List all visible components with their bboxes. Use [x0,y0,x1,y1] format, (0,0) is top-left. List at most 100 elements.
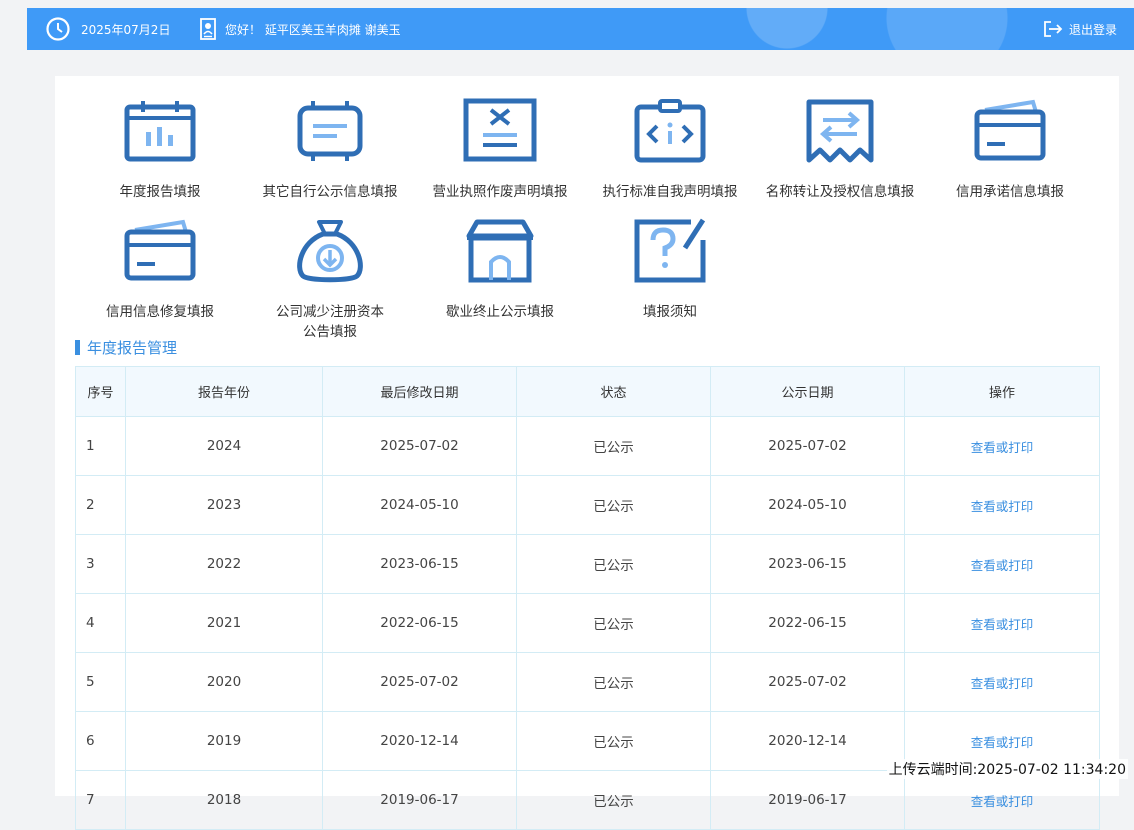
menu-label: 营业执照作废声明填报 [432,184,568,200]
last-modified-date: 2022-06-15 [322,593,517,653]
publish-date: 2019-06-17 [710,770,905,830]
calendar-chart-icon [124,101,196,162]
table-row: 7 2018 2019-06-17 已公示 2019-06-17 查看或打印 [75,770,1100,830]
header-greeting: 您好！ 延平区美玉羊肉摊 谢美玉 [225,22,401,37]
menu-label: 信用信息修复填报 [106,304,214,320]
document-board-icon [297,101,363,161]
action-cell: 查看或打印 [904,475,1100,535]
publish-date: 2023-06-15 [710,534,905,594]
action-cell: 查看或打印 [904,770,1100,830]
menu-label: 其它自行公示信息填报 [262,184,398,200]
action-cell: 查看或打印 [904,534,1100,594]
menu-business-closure[interactable]: 歇业终止公示填报 [415,218,585,322]
menu-credit-commitment[interactable]: 信用承诺信息填报 [925,98,1095,202]
menu-label: 执行标准自我声明填报 [602,184,738,200]
view-print-link[interactable]: 查看或打印 [971,617,1034,632]
table-row: 2 2023 2024-05-10 已公示 2024-05-10 查看或打印 [75,475,1100,535]
menu-label: 公司减少注册资本 公告填报 [276,304,384,340]
question-note-icon [634,218,706,283]
menu-other-disclosure[interactable]: 其它自行公示信息填报 [245,98,415,202]
table-row: 5 2020 2025-07-02 已公示 2025-07-02 查看或打印 [75,652,1100,712]
credit-card-icon [124,219,196,281]
row-number: 5 [75,652,126,712]
status-cell: 已公示 [516,475,711,535]
greeting-area: 您好！ 延平区美玉羊肉摊 谢美玉 [199,8,401,50]
publish-date: 2022-06-15 [710,593,905,653]
table-row: 4 2021 2022-06-15 已公示 2022-06-15 查看或打印 [75,593,1100,653]
status-cell: 已公示 [516,534,711,594]
content-panel: 年度报告填报 其它自行公示信息填报 营业执照作废声明填报 执行标准自我声明填报 … [55,76,1119,830]
last-modified-date: 2024-05-10 [322,475,517,535]
status-cell: 已公示 [516,652,711,712]
money-bag-icon [297,220,363,283]
action-cell: 查看或打印 [904,416,1100,476]
action-cell: 查看或打印 [904,652,1100,712]
last-modified-date: 2023-06-15 [322,534,517,594]
header-date: 2025年07月2日 [81,22,171,37]
date-area: 2025年07月2日 [45,8,170,50]
report-year: 2021 [125,593,323,653]
publish-date: 2025-07-02 [710,652,905,712]
report-year: 2024 [125,416,323,476]
cancel-document-icon [463,98,537,162]
report-year: 2018 [125,770,323,830]
row-number: 3 [75,534,126,594]
section-title: 年度报告管理 [75,338,177,357]
view-print-link[interactable]: 查看或打印 [971,794,1034,809]
view-print-link[interactable]: 查看或打印 [971,499,1034,514]
user-badge-icon [200,18,216,40]
row-number: 1 [75,416,126,476]
column-header: 报告年份 [125,366,323,417]
column-header: 公示日期 [710,366,905,417]
status-cell: 已公示 [516,416,711,476]
column-header: 序号 [75,366,126,417]
credit-card-icon [974,99,1046,161]
report-year: 2022 [125,534,323,594]
menu-capital-reduction[interactable]: 公司减少注册资本 公告填报 [245,218,415,342]
menu-label: 歇业终止公示填报 [446,304,554,320]
menu-label: 年度报告填报 [119,184,201,200]
section-title-bar [75,339,80,355]
last-modified-date: 2025-07-02 [322,416,517,476]
publish-date: 2020-12-14 [710,711,905,771]
view-print-link[interactable]: 查看或打印 [971,558,1034,573]
column-header: 状态 [516,366,711,417]
view-print-link[interactable]: 查看或打印 [971,676,1034,691]
code-clipboard-icon [634,99,706,163]
row-number: 2 [75,475,126,535]
status-cell: 已公示 [516,593,711,653]
column-header: 最后修改日期 [322,366,517,417]
menu-label: 信用承诺信息填报 [956,184,1064,200]
menu-label: 名称转让及授权信息填报 [765,184,915,200]
shop-icon [466,219,534,283]
row-number: 4 [75,593,126,653]
table-row: 1 2024 2025-07-02 已公示 2025-07-02 查看或打印 [75,416,1100,476]
last-modified-date: 2020-12-14 [322,711,517,771]
publish-date: 2025-07-02 [710,416,905,476]
upload-time-label: 上传云端时间:2025-07-02 11:34:20 [886,759,1128,779]
top-header-bar: 2025年07月2日 您好！ 延平区美玉羊肉摊 谢美玉 退出登录 [27,8,1134,50]
report-year: 2023 [125,475,323,535]
clock-icon [46,17,70,41]
row-number: 6 [75,711,126,771]
last-modified-date: 2025-07-02 [322,652,517,712]
menu-filing-notice[interactable]: 填报须知 [585,218,755,322]
view-print-link[interactable]: 查看或打印 [971,440,1034,455]
transfer-receipt-icon [806,99,874,163]
menu-annual-report[interactable]: 年度报告填报 [75,98,245,202]
menu-label: 填报须知 [643,304,697,320]
table-header-row: 序号 报告年份 最后修改日期 状态 公示日期 操作 [75,366,1100,417]
menu-license-void[interactable]: 营业执照作废声明填报 [415,98,585,202]
logout-button[interactable]: 退出登录 [1042,8,1117,50]
view-print-link[interactable]: 查看或打印 [971,735,1034,750]
status-cell: 已公示 [516,711,711,771]
logout-icon [1044,21,1063,37]
menu-credit-repair[interactable]: 信用信息修复填报 [75,218,245,322]
action-cell: 查看或打印 [904,593,1100,653]
report-year: 2019 [125,711,323,771]
publish-date: 2024-05-10 [710,475,905,535]
report-year: 2020 [125,652,323,712]
row-number: 7 [75,770,126,830]
menu-standard-declaration[interactable]: 执行标准自我声明填报 [585,98,755,202]
menu-name-transfer[interactable]: 名称转让及授权信息填报 [755,98,925,202]
